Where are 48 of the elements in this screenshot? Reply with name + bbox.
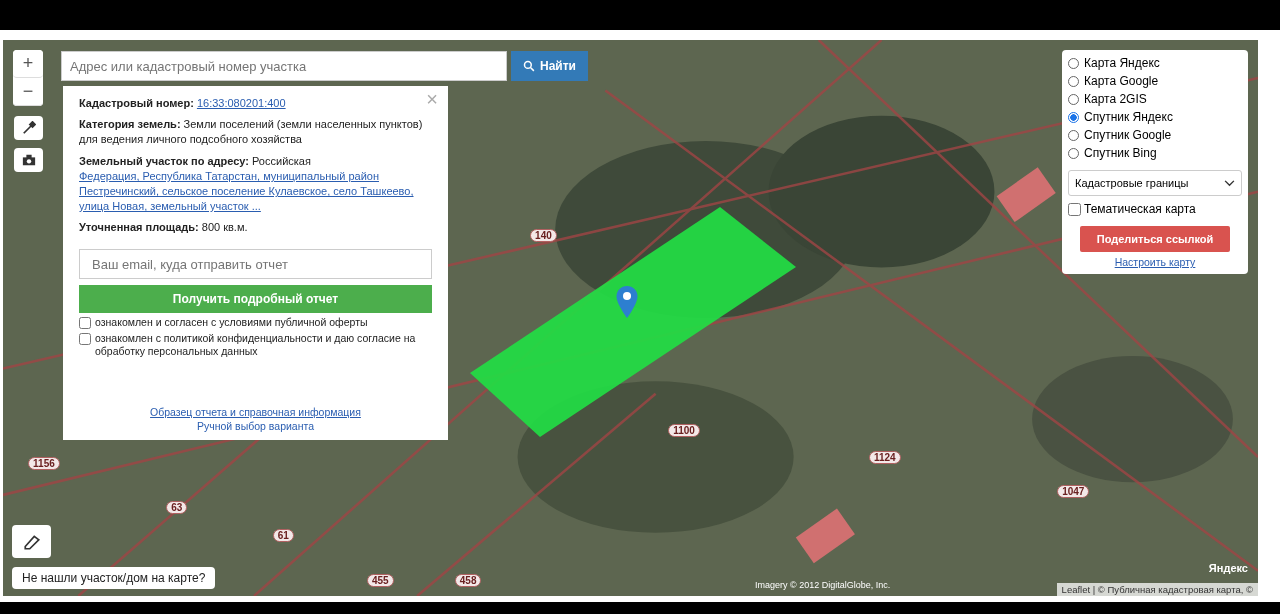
layer-radio[interactable] xyxy=(1068,75,1079,87)
thematic-checkbox[interactable] xyxy=(1068,202,1081,216)
parcel-number: 140 xyxy=(530,229,557,243)
thematic-label: Тематическая карта xyxy=(1084,202,1196,216)
search-field[interactable]: Адрес или кадастровый номер участка xyxy=(61,51,507,81)
info-link[interactable]: Ручной выбор варианта xyxy=(196,420,315,432)
eraser-button[interactable] xyxy=(12,525,51,558)
ruler-tool-button[interactable] xyxy=(14,116,43,140)
layer-radio[interactable] xyxy=(1068,111,1079,123)
camera-icon xyxy=(21,153,36,167)
info-link[interactable]: Образец отчета и справочная информация xyxy=(150,406,361,418)
email-field[interactable]: Ваш email, куда отправить отчет xyxy=(79,249,432,279)
chevron-down-icon xyxy=(1224,179,1235,187)
consent-checkbox[interactable] xyxy=(79,317,91,329)
search-icon xyxy=(523,60,535,72)
layer-label: Карта Яндекс xyxy=(1084,56,1160,70)
land-usage-text: для ведения личного подсобного хозяйства xyxy=(79,132,303,147)
consent-checkbox[interactable] xyxy=(79,333,91,345)
location-pin-icon xyxy=(615,285,639,319)
address-text: Земельный участок по адресу: Российская Федерация, Республика Татарстан, муниципальный район Пестречинский, сельское поселение Кулаевское, село Ташкеево, улица Новая, земельный участок ... xyxy=(79,154,432,214)
layer-radio[interactable] xyxy=(1068,93,1079,105)
not-found-button[interactable]: Не нашли участок/дом на карте? xyxy=(12,567,216,589)
layer-label: Спутник Яндекс xyxy=(1084,110,1173,124)
layer-label: Карта Google xyxy=(1084,74,1159,88)
search-button[interactable]: Найти xyxy=(511,51,588,81)
zoom-in-button[interactable]: + xyxy=(13,50,43,78)
map-attribution: Leaflet | © Публичная кадастровая карта, © xyxy=(1056,583,1258,596)
address-link[interactable]: Федерация, Республика Татарстан, муниципальный район Пестречинский, сельское поселение Кулаевское, село Ташкеево, улица Новая, земельный участок ... xyxy=(79,169,432,214)
layer-radio[interactable] xyxy=(1068,147,1079,159)
land-category-text: Категория земель: Земли поселений (земли населенных пунктов) xyxy=(79,117,424,132)
imagery-attribution: Imagery © 2012 DigitalGlobe, Inc. xyxy=(755,580,891,590)
cadastral-number-link[interactable]: 16:33:080201:400 xyxy=(196,97,286,109)
parcel-number: 1156 xyxy=(28,457,60,470)
layer-radio[interactable] xyxy=(1068,129,1079,141)
configure-map-link[interactable]: Настроить карту xyxy=(1114,256,1196,268)
brush-icon xyxy=(21,121,36,135)
layer-label: Спутник Bing xyxy=(1084,146,1157,160)
yandex-logo: Яндекс xyxy=(1208,562,1248,574)
layer-label: Спутник Google xyxy=(1084,128,1172,142)
camera-tool-button[interactable] xyxy=(14,148,43,172)
share-button[interactable]: Поделиться ссылкой xyxy=(1080,226,1230,252)
area-text: Уточненная площадь: 800 кв.м. xyxy=(79,220,249,235)
cadastral-number-text: Кадастровый номер: 16:33:080201:400 xyxy=(79,96,287,111)
layer-radio[interactable] xyxy=(1068,57,1079,69)
consent-text: ознакомлен с политикой конфиденциальности и даю согласие на обработку персональных данных xyxy=(95,332,417,358)
overlay-dropdown[interactable]: Кадастровые границы xyxy=(1068,170,1242,196)
layer-label: Карта 2GIS xyxy=(1084,92,1147,106)
consent-text: ознакомлен и согласен с условиями публичной оферты xyxy=(95,316,368,329)
